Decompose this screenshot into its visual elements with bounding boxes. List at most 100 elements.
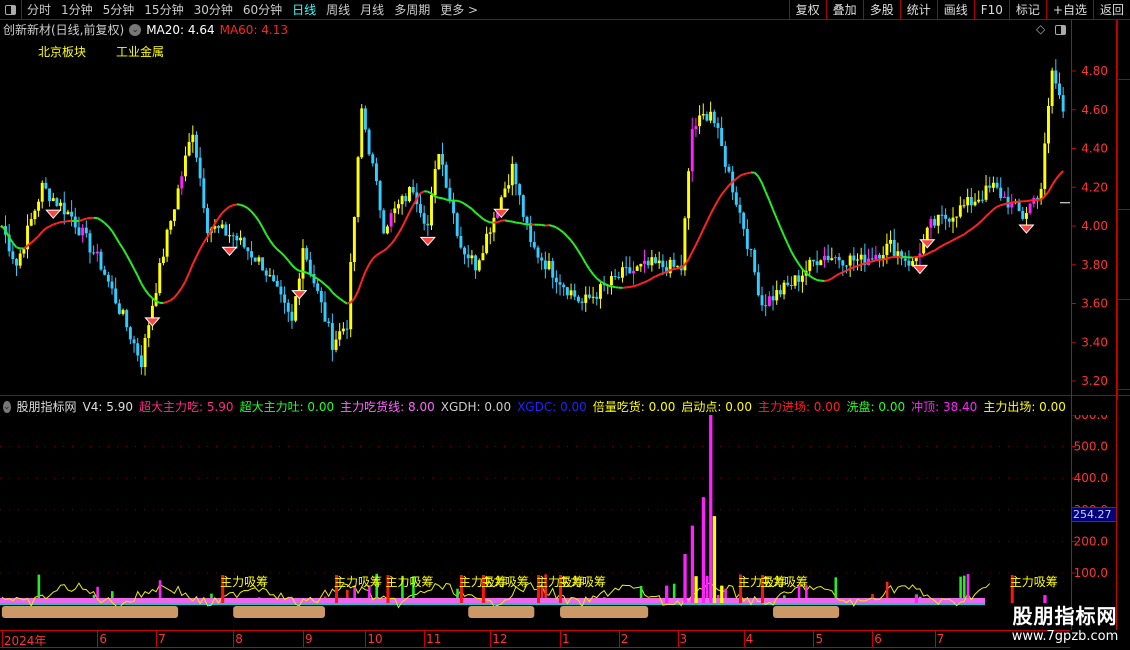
candle bbox=[973, 201, 977, 206]
ma-line bbox=[860, 262, 866, 266]
candle bbox=[514, 163, 518, 185]
ma-line bbox=[1047, 184, 1054, 193]
ma-line bbox=[724, 184, 730, 191]
ma-line bbox=[846, 267, 851, 272]
candle bbox=[720, 127, 724, 147]
period-tab[interactable]: 月线 bbox=[355, 1, 389, 18]
candle bbox=[92, 252, 96, 254]
ma-line bbox=[240, 203, 245, 208]
ma-line bbox=[471, 208, 477, 214]
date-axis: 2024年 6 7 8 9 10 11 12 1 2 3 4 5 6 7 bbox=[0, 630, 1070, 648]
ma-line bbox=[584, 262, 591, 270]
panel-icon bbox=[5, 4, 16, 15]
date-separator bbox=[490, 631, 492, 648]
candle bbox=[261, 257, 265, 271]
toolbar-button[interactable]: 返回 bbox=[1092, 0, 1130, 20]
ma-line bbox=[144, 289, 150, 296]
indicator-header: ⌄ 股朋指标网 V4: 5.90 超大主力吃: 5.90 超大主力吐: 0.00 主力… bbox=[3, 398, 1068, 415]
toolbar-button[interactable]: 多股 bbox=[862, 0, 900, 20]
indicator-name[interactable]: 股朋指标网 bbox=[17, 398, 77, 415]
candle bbox=[558, 282, 562, 285]
volume-bar bbox=[158, 580, 162, 598]
candle bbox=[984, 185, 988, 200]
ma-line bbox=[379, 249, 385, 254]
volume-bar bbox=[959, 576, 962, 598]
accumulation-marker bbox=[773, 606, 840, 618]
ma-line bbox=[691, 244, 697, 253]
ma-line bbox=[122, 248, 128, 256]
x-tick-label: 10 bbox=[367, 632, 383, 646]
toolbar-button[interactable]: 画线 bbox=[936, 0, 974, 20]
candle bbox=[845, 265, 848, 267]
period-tab[interactable]: 更多 > bbox=[435, 1, 483, 18]
candle bbox=[305, 248, 309, 260]
candle bbox=[180, 176, 184, 189]
layout-toggle-button[interactable] bbox=[0, 0, 22, 20]
toolbar-button[interactable]: 叠加 bbox=[825, 0, 863, 20]
candle bbox=[389, 213, 393, 227]
volume-bar bbox=[346, 589, 349, 598]
ma-line bbox=[978, 219, 984, 225]
candle bbox=[749, 248, 753, 250]
period-tab[interactable]: 1分钟 bbox=[56, 1, 98, 18]
candle bbox=[881, 255, 885, 259]
period-tab[interactable]: 60分钟 bbox=[238, 1, 287, 18]
period-tab[interactable]: 多周期 bbox=[389, 1, 435, 18]
spike-bar bbox=[720, 585, 724, 603]
candle bbox=[48, 188, 52, 202]
side-tabs[interactable] bbox=[1117, 20, 1130, 400]
ma-line bbox=[827, 277, 833, 282]
chevron-down-icon[interactable]: ⌄ bbox=[3, 400, 11, 413]
candle bbox=[826, 255, 830, 260]
candle bbox=[217, 225, 220, 228]
candle bbox=[951, 217, 955, 222]
signal-label: 主力吸筹 bbox=[481, 575, 529, 589]
ma-line bbox=[566, 235, 572, 242]
ma-line bbox=[934, 247, 939, 252]
toolbar-button[interactable]: F10 bbox=[973, 0, 1009, 20]
candle bbox=[576, 296, 580, 302]
period-tab[interactable]: 30分钟 bbox=[189, 1, 238, 18]
ma-line bbox=[386, 243, 392, 249]
ma-line bbox=[100, 219, 106, 224]
candle bbox=[742, 212, 746, 229]
candle bbox=[800, 275, 804, 282]
toolbar-button[interactable]: 复权 bbox=[788, 0, 826, 20]
ma-line bbox=[86, 216, 91, 220]
ma-line bbox=[658, 272, 664, 276]
candle bbox=[441, 153, 444, 165]
period-tab[interactable]: 15分钟 bbox=[139, 1, 188, 18]
ma-line bbox=[170, 296, 176, 302]
period-tab[interactable]: 周线 bbox=[321, 1, 355, 18]
candle bbox=[936, 214, 940, 226]
candle bbox=[786, 282, 790, 286]
toolbar-button[interactable]: 标记 bbox=[1008, 0, 1046, 20]
candle bbox=[995, 182, 999, 188]
toolbar-button[interactable]: +自选 bbox=[1045, 0, 1093, 20]
ma-line bbox=[875, 258, 880, 262]
period-tab[interactable]: 日线 bbox=[287, 1, 321, 18]
signal-label: 主力吸筹 bbox=[385, 575, 433, 589]
candle bbox=[635, 266, 639, 271]
ma-line bbox=[34, 235, 40, 241]
ma-line bbox=[592, 273, 598, 280]
period-tab[interactable]: 分时 bbox=[22, 1, 56, 18]
candle bbox=[532, 242, 536, 248]
candle bbox=[815, 261, 819, 266]
ma-line bbox=[504, 219, 509, 223]
candle bbox=[701, 114, 705, 116]
ma-line bbox=[599, 280, 605, 285]
candle bbox=[771, 296, 775, 301]
candle bbox=[492, 217, 496, 233]
candle bbox=[756, 272, 760, 296]
indicator-value: 倍量吃货: 0.00 bbox=[592, 400, 676, 414]
ma-line bbox=[64, 220, 69, 223]
candle bbox=[925, 227, 929, 240]
period-tab[interactable]: 5分钟 bbox=[98, 1, 140, 18]
toolbar-button[interactable]: 统计 bbox=[899, 0, 937, 20]
price-chart[interactable]: 4.80 4.60 4.40 4.20 4.00 3.80 3.60 3.40 3.20 bbox=[0, 20, 1116, 415]
candle bbox=[286, 302, 290, 312]
candle bbox=[859, 254, 863, 260]
ma-line bbox=[276, 248, 282, 254]
indicator-chart[interactable]: 600.0500.0400.0300.0200.0100.0主力吸筹主力吸筹主力… bbox=[0, 415, 1116, 630]
